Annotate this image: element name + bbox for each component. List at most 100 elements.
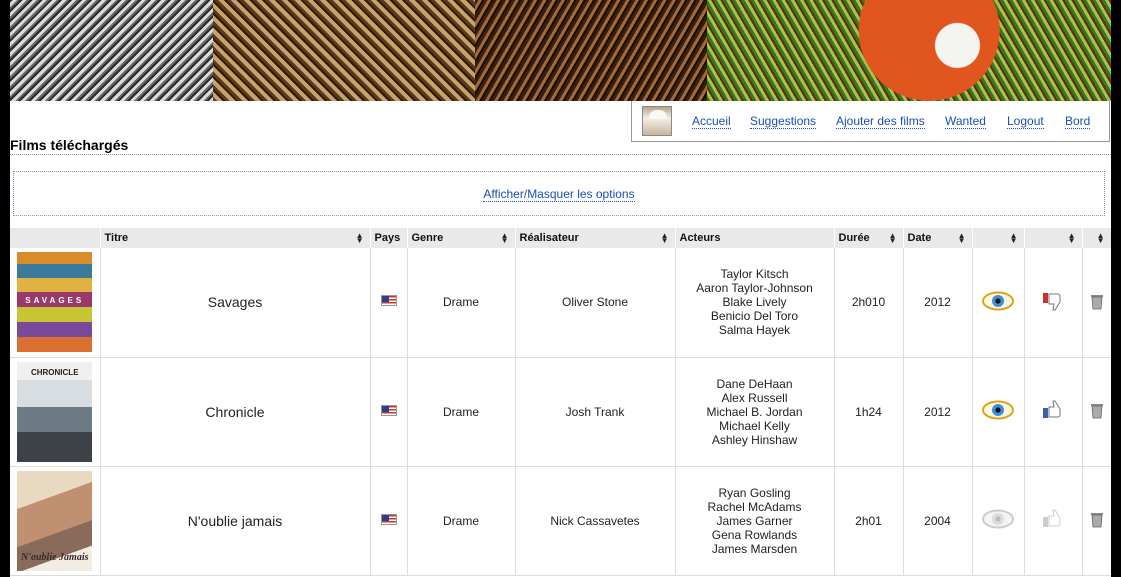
poster-cell: N'oublie Jamais xyxy=(10,466,101,576)
actor: Alex Russell xyxy=(721,390,788,405)
delete-cell xyxy=(1082,248,1111,358)
delete-cell xyxy=(1082,466,1111,576)
actor: James Garner xyxy=(716,513,793,528)
sort-icon[interactable]: ▲ ▼ xyxy=(1068,232,1076,245)
movie-poster[interactable]: SAVAGES xyxy=(17,252,93,353)
director: Josh Trank xyxy=(515,357,676,467)
nav-suggestions[interactable]: Suggestions xyxy=(750,114,817,129)
sort-icon[interactable]: ▲ ▼ xyxy=(661,232,669,245)
sort-icon[interactable]: ▲ ▼ xyxy=(958,232,966,245)
actors-cell: Taylor Kitsch Aaron Taylor-Johnson Blake… xyxy=(675,248,835,358)
actor: Ryan Gosling xyxy=(718,485,791,500)
actor: Aaron Taylor-Johnson xyxy=(696,281,813,296)
sort-icon[interactable]: ▲ ▼ xyxy=(356,232,364,245)
table-row: SAVAGES Savages Drame Oliver Stone Taylo… xyxy=(10,248,1111,358)
thumbs-up-icon[interactable] xyxy=(1042,509,1064,529)
poster-cell: CHRONICLE xyxy=(10,357,101,467)
actor: Michael Kelly xyxy=(719,418,790,433)
us-flag-icon xyxy=(380,404,397,416)
col-header-date[interactable]: Date ▲ ▼ xyxy=(903,228,973,248)
sort-icon[interactable]: ▲ ▼ xyxy=(1010,232,1018,245)
col-header-poster xyxy=(10,228,101,248)
country-cell xyxy=(370,357,408,467)
rating-cell xyxy=(1024,248,1083,358)
eye-icon[interactable] xyxy=(982,509,1014,529)
col-header-pays[interactable]: Pays xyxy=(370,228,408,248)
eye-icon[interactable] xyxy=(982,291,1014,311)
nav-logout[interactable]: Logout xyxy=(1007,114,1044,129)
top-nav: Accueil Suggestions Ajouter des films Wa… xyxy=(631,101,1110,142)
nav-bord[interactable]: Bord xyxy=(1065,114,1091,129)
movie-title[interactable]: Chronicle xyxy=(100,357,371,467)
col-header-delete[interactable]: ▲ ▼ xyxy=(1082,228,1111,248)
actor: Gena Rowlands xyxy=(711,527,798,542)
title-divider xyxy=(10,154,1111,155)
eye-icon[interactable] xyxy=(982,400,1014,420)
movie-poster[interactable]: CHRONICLE xyxy=(17,361,93,462)
seen-cell xyxy=(972,466,1025,576)
page: Accueil Suggestions Ajouter des films Wa… xyxy=(10,0,1111,577)
banner-image-3 xyxy=(475,0,707,101)
banner-image-2 xyxy=(213,0,475,101)
user-avatar[interactable] xyxy=(642,106,672,136)
movie-title[interactable]: N'oublie jamais xyxy=(100,466,371,576)
seen-cell xyxy=(972,357,1025,467)
actors-cell: Ryan Gosling Rachel McAdams James Garner… xyxy=(675,466,835,576)
duration: 2h010 xyxy=(834,248,904,358)
actors-cell: Dane DeHaan Alex Russell Michael B. Jord… xyxy=(675,357,835,467)
actor: Michael B. Jordan xyxy=(706,404,803,419)
col-header-genre[interactable]: Genre ▲ ▼ xyxy=(407,228,516,248)
thumbs-down-icon[interactable] xyxy=(1042,291,1064,311)
col-header-titre[interactable]: Titre ▲ ▼ xyxy=(100,228,371,248)
col-header-duree[interactable]: Durée ▲ ▼ xyxy=(834,228,904,248)
genre: Drame xyxy=(407,248,516,358)
header-banner xyxy=(10,0,1111,101)
director: Oliver Stone xyxy=(515,248,676,358)
movie-title[interactable]: Savages xyxy=(100,248,371,358)
trash-icon[interactable] xyxy=(1089,292,1105,310)
col-header-acteurs[interactable]: Acteurs xyxy=(675,228,835,248)
release-date: 2012 xyxy=(903,248,973,358)
options-panel: Afficher/Masquer les options xyxy=(13,171,1105,216)
sort-icon[interactable]: ▲ ▼ xyxy=(889,232,897,245)
actor: Rachel McAdams xyxy=(707,499,802,514)
col-header-rating[interactable]: ▲ ▼ xyxy=(1024,228,1083,248)
trash-icon[interactable] xyxy=(1089,510,1105,528)
thumbs-up-icon[interactable] xyxy=(1042,400,1064,420)
banner-image-1 xyxy=(10,0,213,101)
duration: 2h01 xyxy=(834,466,904,576)
table-header-row: Titre ▲ ▼ Pays Genre ▲ ▼ Réalisateur ▲ ▼ Acteu… xyxy=(10,228,1111,248)
genre: Drame xyxy=(407,357,516,467)
duration: 1h24 xyxy=(834,357,904,467)
genre: Drame xyxy=(407,466,516,576)
page-title: Films téléchargés xyxy=(10,137,129,153)
country-cell xyxy=(370,466,408,576)
actor: Blake Lively xyxy=(722,295,787,310)
actor: Taylor Kitsch xyxy=(720,267,789,282)
banner-image-4 xyxy=(707,0,1111,101)
director: Nick Cassavetes xyxy=(515,466,676,576)
nav-accueil[interactable]: Accueil xyxy=(692,114,731,129)
actor: James Marsden xyxy=(711,541,798,556)
toggle-options-link[interactable]: Afficher/Masquer les options xyxy=(483,187,635,202)
rating-cell xyxy=(1024,466,1083,576)
actor: Ashley Hinshaw xyxy=(711,432,798,447)
us-flag-icon xyxy=(380,513,397,525)
sort-icon[interactable]: ▲ ▼ xyxy=(1097,232,1105,245)
table-row: CHRONICLE Chronicle Drame Josh Trank Dan… xyxy=(10,357,1111,467)
seen-cell xyxy=(972,248,1025,358)
us-flag-icon xyxy=(380,295,397,307)
col-header-realisateur[interactable]: Réalisateur ▲ ▼ xyxy=(515,228,676,248)
actor: Benicio Del Toro xyxy=(710,309,799,324)
delete-cell xyxy=(1082,357,1111,467)
poster-cell: SAVAGES xyxy=(10,248,101,358)
nav-ajouter-des-films[interactable]: Ajouter des films xyxy=(836,114,925,129)
release-date: 2004 xyxy=(903,466,973,576)
sort-icon[interactable]: ▲ ▼ xyxy=(501,232,509,245)
actor: Salma Hayek xyxy=(718,323,791,338)
trash-icon[interactable] xyxy=(1089,401,1105,419)
col-header-seen[interactable]: ▲ ▼ xyxy=(972,228,1025,248)
movie-poster[interactable]: N'oublie Jamais xyxy=(17,470,93,571)
nav-wanted[interactable]: Wanted xyxy=(945,114,986,129)
release-date: 2012 xyxy=(903,357,973,467)
